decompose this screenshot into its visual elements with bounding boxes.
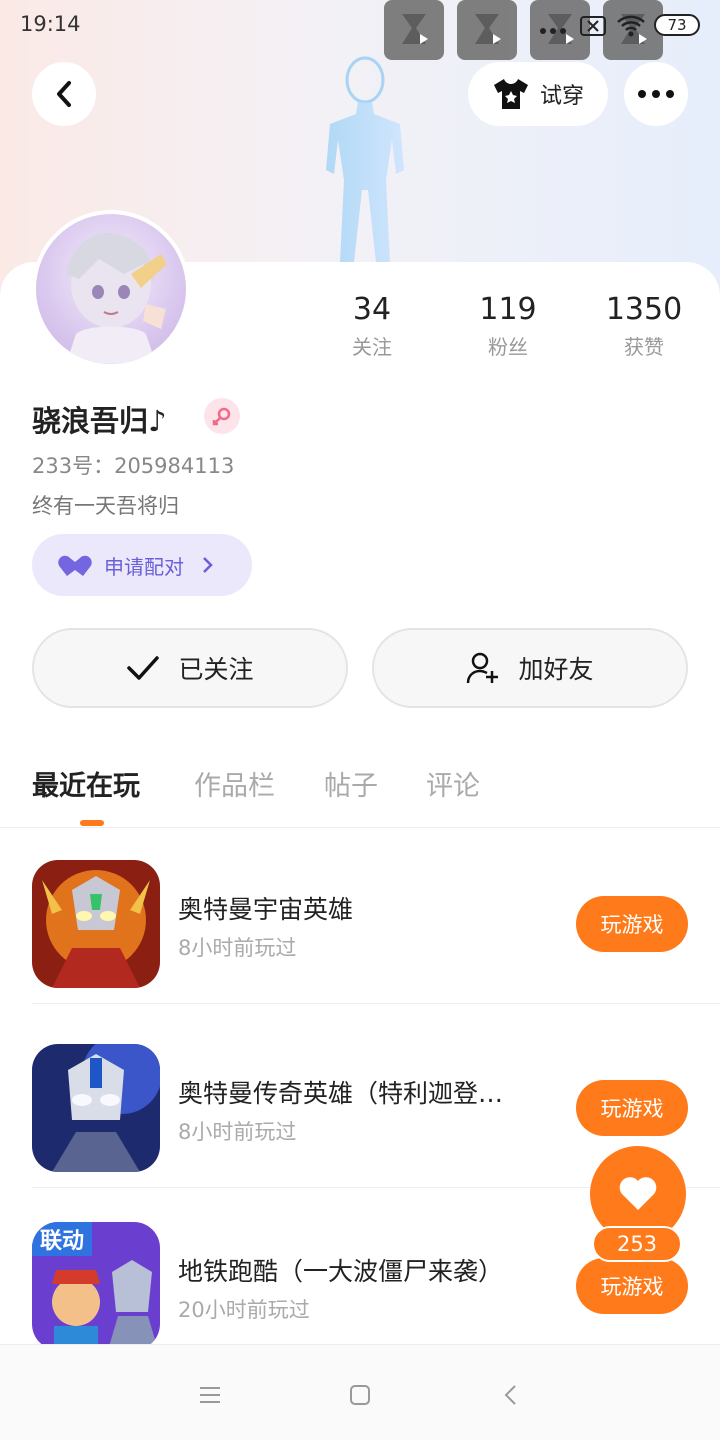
nav-back-button[interactable] — [490, 1375, 530, 1415]
request-match-label: 申请配对 — [104, 554, 184, 579]
avatar-character-image — [66, 233, 167, 364]
following-label: 关注 — [352, 335, 392, 359]
divider — [32, 1003, 720, 1004]
system-nav-bar — [0, 1344, 720, 1440]
tab-recently-played[interactable]: 最近在玩 — [32, 764, 140, 803]
profile-tabs: 最近在玩 作品栏 帖子 评论 — [0, 760, 720, 828]
game-name: 地铁跑酷（一大波僵尸来袭） — [178, 1257, 504, 1286]
likes-label: 获赞 — [624, 335, 664, 359]
back-triangle-icon — [504, 1385, 516, 1405]
game-icon — [32, 1044, 160, 1172]
more-dots-icon — [638, 90, 674, 98]
status-bar: 19:14 73 — [0, 0, 720, 60]
followed-label: 已关注 — [178, 655, 254, 684]
game-name: 奥特曼宇宙英雄 — [178, 895, 354, 924]
add-user-icon — [467, 652, 499, 684]
notification-dots-icon — [540, 28, 566, 34]
nav-home-button[interactable] — [340, 1375, 380, 1415]
battery-indicator: 73 — [654, 14, 700, 36]
wifi-icon — [617, 15, 645, 37]
game-last-played: 20小时前玩过 — [178, 1298, 310, 1322]
stat-likes[interactable]: 1350 获赞 — [584, 292, 704, 360]
try-on-label: 试穿 — [539, 84, 584, 109]
list-item[interactable]: 奥特曼宇宙英雄 8小时前玩过 玩游戏 — [0, 828, 720, 1004]
nav-menu-button[interactable] — [190, 1375, 230, 1415]
likes-count: 1350 — [605, 292, 683, 327]
back-button[interactable] — [32, 62, 96, 126]
stat-following[interactable]: 34 关注 — [312, 292, 432, 360]
check-icon — [127, 656, 160, 680]
battery-level: 73 — [667, 16, 687, 34]
menu-icon — [200, 1387, 220, 1403]
game-icon — [32, 860, 160, 988]
tab-works[interactable]: 作品栏 — [194, 764, 275, 803]
stat-fans[interactable]: 119 粉丝 — [448, 292, 568, 360]
game-name: 奥特曼传奇英雄（特利迦登… — [178, 1079, 504, 1108]
avatar-3d-figure — [326, 56, 404, 262]
female-gender-icon — [204, 398, 240, 434]
following-count: 34 — [352, 292, 392, 327]
game-icon: 联动 — [32, 1222, 160, 1350]
status-time: 19:14 — [20, 12, 81, 36]
heart-pair-icon — [58, 555, 92, 576]
home-square-icon — [350, 1385, 370, 1405]
game-last-played: 8小时前玩过 — [178, 1120, 297, 1144]
like-count-badge: 253 — [592, 1226, 682, 1262]
tab-comments[interactable]: 评论 — [426, 764, 480, 803]
try-on-button[interactable]: 试穿 — [468, 62, 608, 126]
active-tab-indicator — [80, 820, 104, 826]
play-game-button[interactable]: 玩游戏 — [576, 1080, 688, 1136]
heart-icon — [619, 1177, 657, 1210]
tshirt-icon — [493, 79, 528, 109]
user-bio: 终有一天吾将归 — [32, 494, 179, 518]
game-last-played: 8小时前玩过 — [178, 936, 297, 960]
tab-posts[interactable]: 帖子 — [324, 764, 378, 803]
play-game-button[interactable]: 玩游戏 — [576, 1258, 688, 1314]
floating-window-tile[interactable] — [384, 0, 444, 60]
add-friend-button[interactable]: 加好友 — [372, 628, 688, 708]
more-options-button[interactable] — [624, 62, 688, 126]
sim-blocked-icon — [580, 16, 606, 36]
fans-label: 粉丝 — [488, 335, 528, 359]
avatar[interactable] — [32, 210, 190, 368]
play-game-button[interactable]: 玩游戏 — [576, 896, 688, 952]
fans-count: 119 — [479, 292, 537, 327]
nickname: 骁浪吾归♪ — [32, 404, 167, 438]
game-icon-badge: 联动 — [40, 1229, 84, 1254]
add-friend-label: 加好友 — [518, 655, 594, 684]
chevron-right-icon — [203, 557, 213, 573]
followed-button[interactable]: 已关注 — [32, 628, 348, 708]
user-id: 233号：205984113 — [32, 454, 235, 478]
chevron-left-icon — [57, 81, 71, 107]
request-match-button[interactable]: 申请配对 — [32, 534, 252, 596]
floating-window-tile[interactable] — [457, 0, 517, 60]
